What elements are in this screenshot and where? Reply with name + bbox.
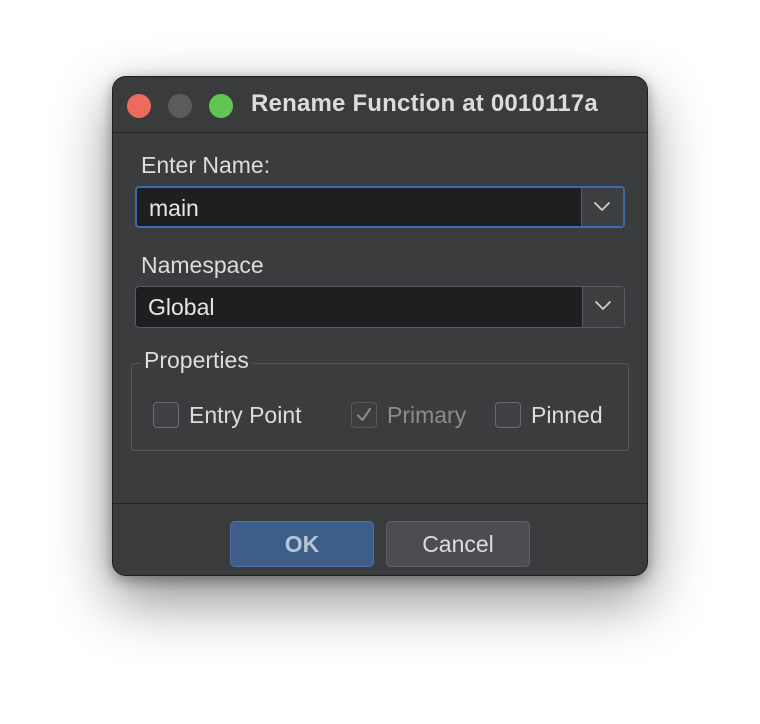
namespace-label: Namespace xyxy=(141,252,264,278)
namespace-combobox[interactable]: Global xyxy=(135,286,625,328)
enter-name-label: Enter Name: xyxy=(141,152,271,178)
ok-button[interactable]: OK xyxy=(230,521,374,567)
dialog-content: Enter Name: main Namespace Global Proper… xyxy=(113,133,647,503)
properties-legend: Properties xyxy=(140,347,253,374)
primary-checkbox-box xyxy=(351,402,377,428)
name-dropdown-button[interactable] xyxy=(581,188,623,226)
entry-point-checkbox-box[interactable] xyxy=(153,402,179,428)
name-combobox[interactable]: main xyxy=(135,186,625,228)
namespace-dropdown-button[interactable] xyxy=(582,287,624,327)
minimize-window-button[interactable] xyxy=(168,94,192,118)
pinned-checkbox-box[interactable] xyxy=(495,402,521,428)
pinned-label: Pinned xyxy=(531,402,603,428)
primary-label: Primary xyxy=(387,402,467,428)
namespace-value: Global xyxy=(148,294,215,320)
entry-point-label: Entry Point xyxy=(189,402,302,428)
window-title: Rename Function at 0010117a xyxy=(251,90,598,117)
close-window-button[interactable] xyxy=(127,94,151,118)
cancel-button[interactable]: Cancel xyxy=(386,521,530,567)
name-input[interactable]: main xyxy=(149,195,199,222)
chevron-down-icon xyxy=(595,301,611,310)
title-bar[interactable]: Rename Function at 0010117a xyxy=(113,77,647,133)
button-bar: OK Cancel xyxy=(113,503,647,575)
zoom-window-button[interactable] xyxy=(209,94,233,118)
properties-group: Properties Entry Point Primary Pinned xyxy=(131,347,629,451)
chevron-down-icon xyxy=(594,202,610,211)
checkmark-icon xyxy=(357,408,371,421)
rename-function-dialog: Rename Function at 0010117a Enter Name: … xyxy=(112,76,648,576)
